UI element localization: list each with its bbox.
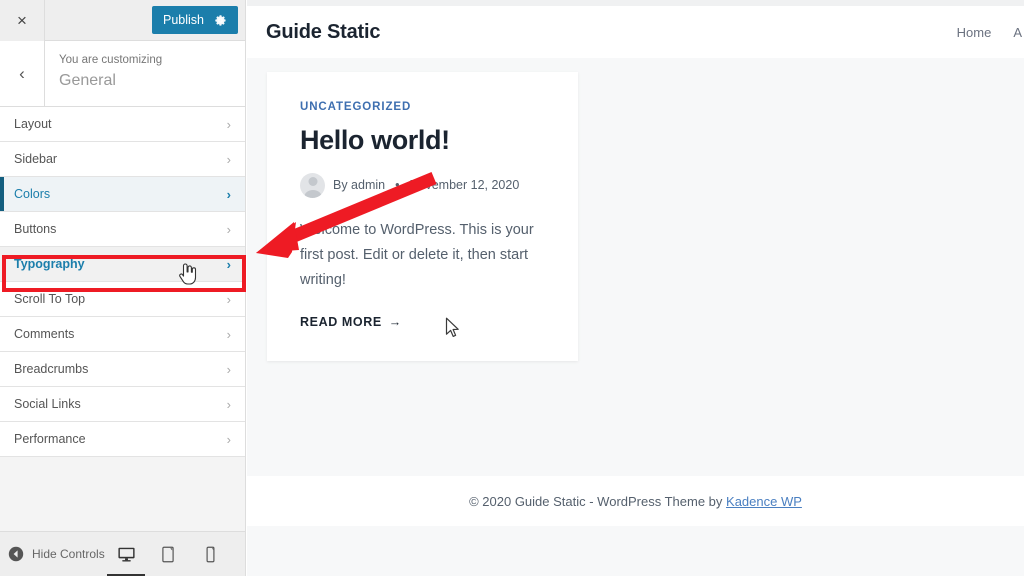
meta-separator: • [395, 178, 400, 193]
arrow-right-icon: → [388, 314, 402, 329]
chevron-right-icon: › [226, 291, 231, 307]
footer-credit-text: © 2020 Guide Static - WordPress Theme by [469, 493, 727, 509]
post-date: November 12, 2020 [409, 178, 520, 193]
read-more-label: READ MORE [300, 314, 382, 329]
read-more-link[interactable]: READ MORE → [300, 315, 402, 329]
post-title[interactable]: Hello world! [300, 125, 554, 156]
sidebar-item-label: Typography [14, 257, 85, 271]
mobile-preview-button[interactable] [197, 532, 223, 576]
sidebar-item-typography[interactable]: Typography › [0, 247, 245, 282]
site-header: Guide Static Home A [247, 6, 1024, 58]
preview-content: UNCATEGORIZED Hello world! By admin • No… [247, 58, 1024, 526]
sidebar-item-buttons[interactable]: Buttons › [0, 212, 245, 247]
panel-header: ‹ You are customizing General [0, 41, 245, 107]
mobile-icon [205, 546, 216, 563]
sidebar-item-performance[interactable]: Performance › [0, 422, 245, 457]
site-navigation: Home A [957, 25, 1024, 40]
chevron-right-icon: › [226, 221, 231, 237]
section-list: Layout › Sidebar › Colors › Buttons › Ty… [0, 107, 245, 531]
avatar [300, 172, 325, 198]
desktop-preview-button[interactable] [107, 532, 145, 576]
sidebar-item-label: Breadcrumbs [14, 362, 89, 376]
sidebar-item-social-links[interactable]: Social Links › [0, 387, 245, 422]
site-title[interactable]: Guide Static [266, 21, 380, 44]
footer-credit: © 2020 Guide Static - WordPress Theme by… [469, 494, 802, 509]
sidebar-item-label: Sidebar [14, 152, 58, 166]
sidebar-item-label: Colors [14, 187, 51, 201]
collapse-left-arrow-icon [8, 546, 24, 562]
sidebar-item-comments[interactable]: Comments › [0, 317, 245, 352]
hide-controls-button[interactable]: Hide Controls [8, 546, 105, 562]
chevron-right-icon: › [226, 361, 231, 377]
panel-kicker: You are customizing [59, 54, 163, 66]
tablet-icon [161, 546, 175, 563]
sidebar-item-label: Comments [14, 327, 75, 341]
footer-link-kadence[interactable]: Kadence WP [726, 494, 802, 509]
nav-link-home[interactable]: Home [957, 25, 992, 40]
hide-controls-label: Hide Controls [32, 547, 105, 561]
post-category-label[interactable]: UNCATEGORIZED [300, 101, 554, 113]
chevron-right-icon: › [226, 186, 231, 202]
sidebar-item-colors[interactable]: Colors › [0, 177, 245, 212]
close-icon: × [17, 10, 27, 30]
sidebar-item-label: Layout [14, 117, 52, 131]
device-preview-group [107, 532, 237, 576]
panel-title: General [59, 72, 116, 90]
chevron-right-icon: › [226, 431, 231, 447]
desktop-icon [117, 546, 136, 563]
site-preview-frame: Guide Static Home A UNCATEGORIZED Hello … [247, 0, 1024, 576]
publish-button-label: Publish [163, 13, 204, 27]
sidebar-item-sidebar[interactable]: Sidebar › [0, 142, 245, 177]
site-footer: © 2020 Guide Static - WordPress Theme by… [247, 476, 1024, 526]
sidebar-item-scroll-to-top[interactable]: Scroll To Top › [0, 282, 245, 317]
chevron-right-icon: › [226, 151, 231, 167]
back-button[interactable]: ‹ [0, 41, 45, 106]
publish-button[interactable]: Publish [152, 6, 238, 34]
sidebar-item-label: Performance [14, 432, 86, 446]
sidebar-item-layout[interactable]: Layout › [0, 107, 245, 142]
chevron-right-icon: › [226, 326, 231, 342]
customizer-screen: × Publish ‹ You are customizing General [0, 0, 1024, 576]
chevron-right-icon: › [226, 256, 231, 272]
customizer-sidebar: × Publish ‹ You are customizing General [0, 0, 246, 576]
nav-link-about[interactable]: A [1013, 25, 1022, 40]
post-excerpt: Welcome to WordPress. This is your first… [300, 221, 534, 288]
gear-icon[interactable] [214, 14, 227, 27]
close-customizer-button[interactable]: × [0, 0, 45, 41]
post-card: UNCATEGORIZED Hello world! By admin • No… [267, 72, 578, 361]
chevron-right-icon: › [226, 116, 231, 132]
post-author: By admin [333, 178, 386, 193]
sidebar-item-breadcrumbs[interactable]: Breadcrumbs › [0, 352, 245, 387]
sidebar-item-label: Scroll To Top [14, 292, 86, 306]
sidebar-item-label: Social Links [14, 397, 81, 411]
post-meta: By admin • November 12, 2020 [300, 172, 554, 198]
sidebar-item-label: Buttons [14, 222, 57, 236]
customizer-topbar: × Publish [0, 0, 245, 41]
tablet-preview-button[interactable] [155, 532, 181, 576]
chevron-right-icon: › [226, 396, 231, 412]
customizer-footer: Hide Controls [0, 531, 245, 576]
chevron-left-icon: ‹ [19, 63, 25, 83]
panel-header-text: You are customizing General [45, 41, 162, 106]
